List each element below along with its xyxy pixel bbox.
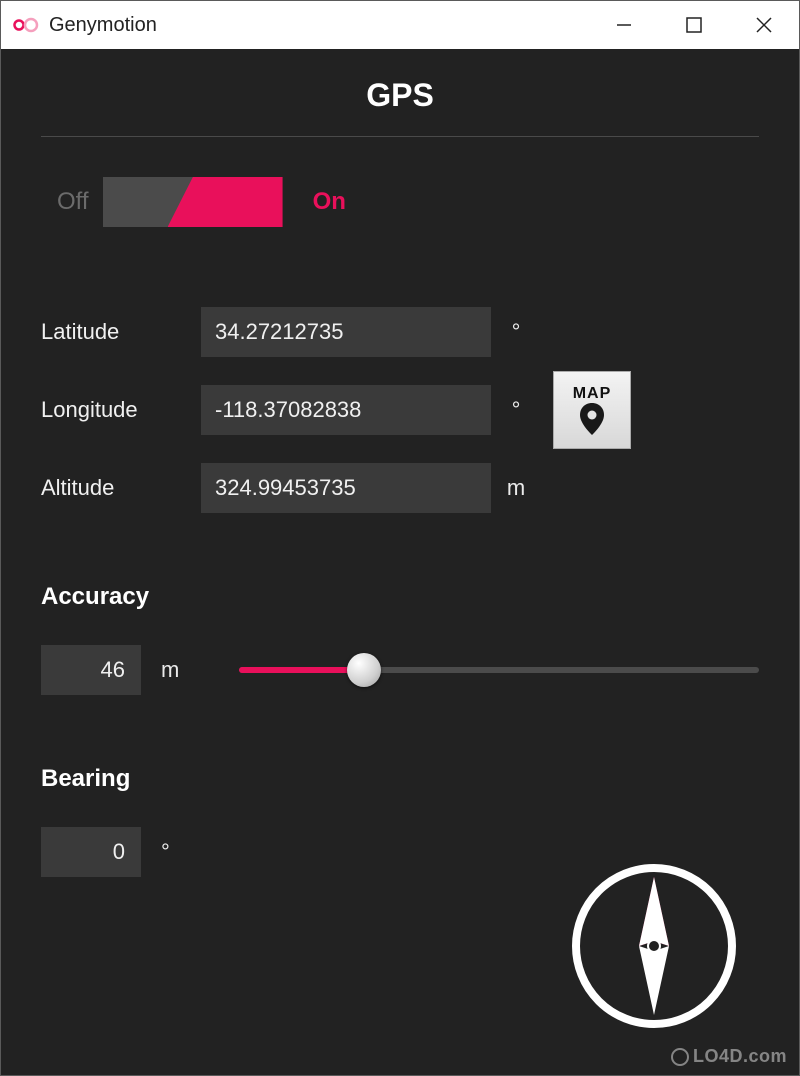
map-button-label: MAP <box>573 385 612 403</box>
altitude-label: Altitude <box>41 475 201 501</box>
minimize-button[interactable] <box>589 1 659 49</box>
longitude-input[interactable] <box>201 385 491 435</box>
accuracy-row: m <box>41 645 759 695</box>
bearing-label: Bearing <box>41 765 759 793</box>
maximize-button[interactable] <box>659 1 729 49</box>
watermark: LO4D.com <box>671 1046 787 1067</box>
longitude-label: Longitude <box>41 397 201 423</box>
coordinates-grid: Latitude ° MAP Longitude ° Altitude m <box>41 307 759 513</box>
toggle-off-label: Off <box>57 188 89 216</box>
accuracy-slider[interactable] <box>239 650 759 690</box>
accuracy-unit: m <box>161 657 179 683</box>
compass-icon[interactable] <box>569 861 739 1031</box>
titlebar: Genymotion <box>1 1 799 49</box>
altitude-unit: m <box>491 475 541 501</box>
app-window: Genymotion GPS Off On Latitude ° <box>0 0 800 1076</box>
longitude-unit: ° <box>491 397 541 423</box>
altitude-input[interactable] <box>201 463 491 513</box>
latitude-label: Latitude <box>41 319 201 345</box>
latitude-unit: ° <box>491 319 541 345</box>
panel-title: GPS <box>41 77 759 136</box>
gps-panel: GPS Off On Latitude ° MAP Longitude <box>1 49 799 1075</box>
gps-toggle[interactable] <box>103 177 283 227</box>
accuracy-input[interactable] <box>41 645 141 695</box>
bearing-input[interactable] <box>41 827 141 877</box>
gps-toggle-row: Off On <box>41 177 759 227</box>
divider <box>41 136 759 137</box>
window-title: Genymotion <box>49 14 157 37</box>
app-logo-icon <box>13 16 39 34</box>
bearing-unit: ° <box>161 839 170 865</box>
toggle-on-label: On <box>313 188 346 216</box>
latitude-input[interactable] <box>201 307 491 357</box>
accuracy-label: Accuracy <box>41 583 759 611</box>
map-pin-icon <box>579 403 605 435</box>
close-button[interactable] <box>729 1 799 49</box>
map-button[interactable]: MAP <box>553 371 631 449</box>
